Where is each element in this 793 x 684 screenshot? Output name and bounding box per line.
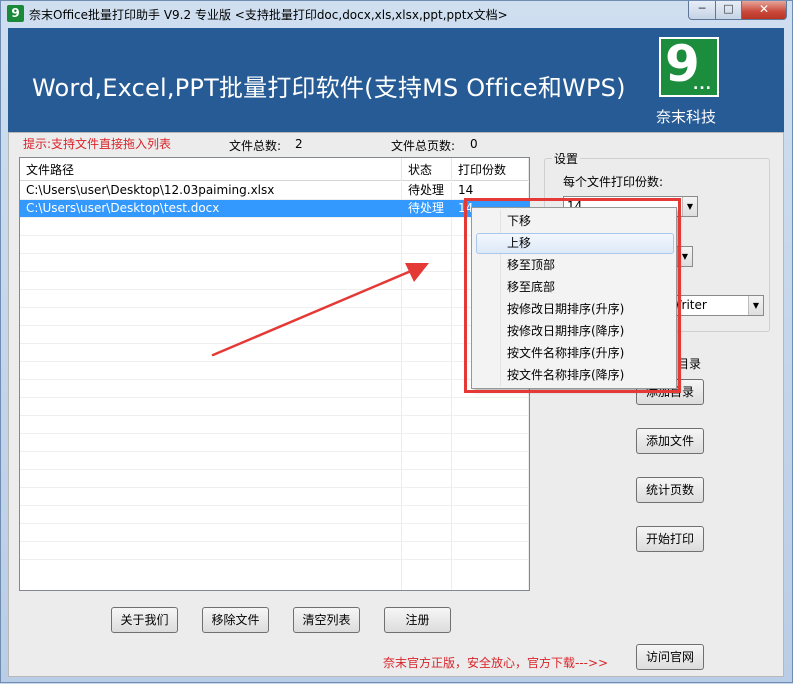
chevron-down-icon[interactable]: ▼ — [682, 197, 697, 216]
empty-row — [20, 254, 529, 272]
logo-dots: ... — [693, 77, 712, 93]
total-pages-value: 0 — [470, 137, 478, 151]
drag-hint: 提示:支持文件直接拖入列表 — [23, 137, 172, 151]
empty-row — [20, 434, 529, 452]
status-cell: 待处理 — [408, 183, 445, 197]
path-cell: C:\Users\user\Desktop\test.docx — [26, 201, 220, 215]
empty-row — [20, 542, 529, 560]
table-row[interactable]: C:\Users\user\Desktop\12.03paiming.xlsx … — [20, 182, 529, 200]
column-header-status[interactable]: 状态 — [402, 158, 452, 181]
total-files-value: 2 — [295, 137, 303, 151]
table-row-selected[interactable]: C:\Users\user\Desktop\test.docx 待处理 14 — [20, 200, 529, 218]
maximize-button[interactable]: □ — [715, 1, 742, 20]
path-cell: C:\Users\user\Desktop\12.03paiming.xlsx — [26, 183, 275, 197]
empty-row — [20, 470, 529, 488]
status-cell: 待处理 — [408, 201, 445, 215]
about-button[interactable]: 关于我们 — [111, 607, 178, 633]
register-button[interactable]: 注册 — [384, 607, 451, 633]
empty-row — [20, 308, 529, 326]
annotation-highlight-box — [464, 198, 681, 393]
logo-caption: 奈末科技 — [656, 108, 717, 126]
window-title: 奈末Office批量打印助手 V9.2 专业版 <支持批量打印doc,docx,… — [29, 8, 508, 22]
clear-list-button[interactable]: 清空列表 — [293, 607, 360, 633]
column-header-path[interactable]: 文件路径 — [20, 158, 402, 181]
app-logo-icon: 9 — [7, 5, 24, 22]
remove-file-button[interactable]: 移除文件 — [202, 607, 269, 633]
maximize-icon: □ — [723, 2, 734, 15]
close-button[interactable]: ✕ — [741, 1, 787, 20]
total-files-label: 文件总数: — [229, 139, 282, 153]
visit-website-button[interactable]: 访问官网 — [636, 644, 704, 670]
empty-row — [20, 236, 529, 254]
start-print-button[interactable]: 开始打印 — [636, 526, 704, 552]
empty-row — [20, 524, 529, 542]
copies-label: 每个文件打印份数: — [563, 175, 664, 189]
empty-row — [20, 362, 529, 380]
company-logo: 9 ... — [659, 35, 719, 97]
add-file-button[interactable]: 添加文件 — [636, 428, 704, 454]
empty-row — [20, 290, 529, 308]
column-header-copies[interactable]: 打印份数 — [452, 158, 529, 181]
title-bar[interactable]: 9 奈末Office批量打印助手 V9.2 专业版 <支持批量打印doc,doc… — [1, 1, 792, 27]
empty-row — [20, 272, 529, 290]
official-download-note: 奈末官方正版，安全放心，官方下载--->> — [383, 656, 609, 670]
empty-row — [20, 506, 529, 524]
empty-row — [20, 326, 529, 344]
empty-row — [20, 380, 529, 398]
app-window: 9 奈末Office批量打印助手 V9.2 专业版 <支持批量打印doc,doc… — [0, 0, 793, 683]
file-list-header: 文件路径 状态 打印份数 — [20, 158, 529, 181]
empty-row — [20, 416, 529, 434]
empty-row — [20, 488, 529, 506]
banner-title: Word,Excel,PPT批量打印软件(支持MS Office和WPS) — [32, 74, 626, 102]
empty-row — [20, 452, 529, 470]
settings-legend: 设置 — [552, 150, 581, 167]
total-pages-label: 文件总页数: — [391, 139, 456, 153]
file-list-body: C:\Users\user\Desktop\12.03paiming.xlsx … — [20, 182, 529, 560]
empty-row — [20, 398, 529, 416]
header-banner: Word,Excel,PPT批量打印软件(支持MS Office和WPS) 9 … — [8, 28, 784, 132]
close-icon: ✕ — [758, 2, 770, 16]
chevron-down-icon[interactable]: ▼ — [748, 296, 763, 315]
empty-row — [20, 344, 529, 362]
file-list[interactable]: 文件路径 状态 打印份数 C:\Users\user\Desktop\12.03… — [19, 157, 530, 591]
count-pages-button[interactable]: 统计页数 — [636, 477, 704, 503]
minimize-icon: ─ — [698, 2, 706, 15]
empty-row — [20, 218, 529, 236]
minimize-button[interactable]: ─ — [688, 1, 716, 20]
